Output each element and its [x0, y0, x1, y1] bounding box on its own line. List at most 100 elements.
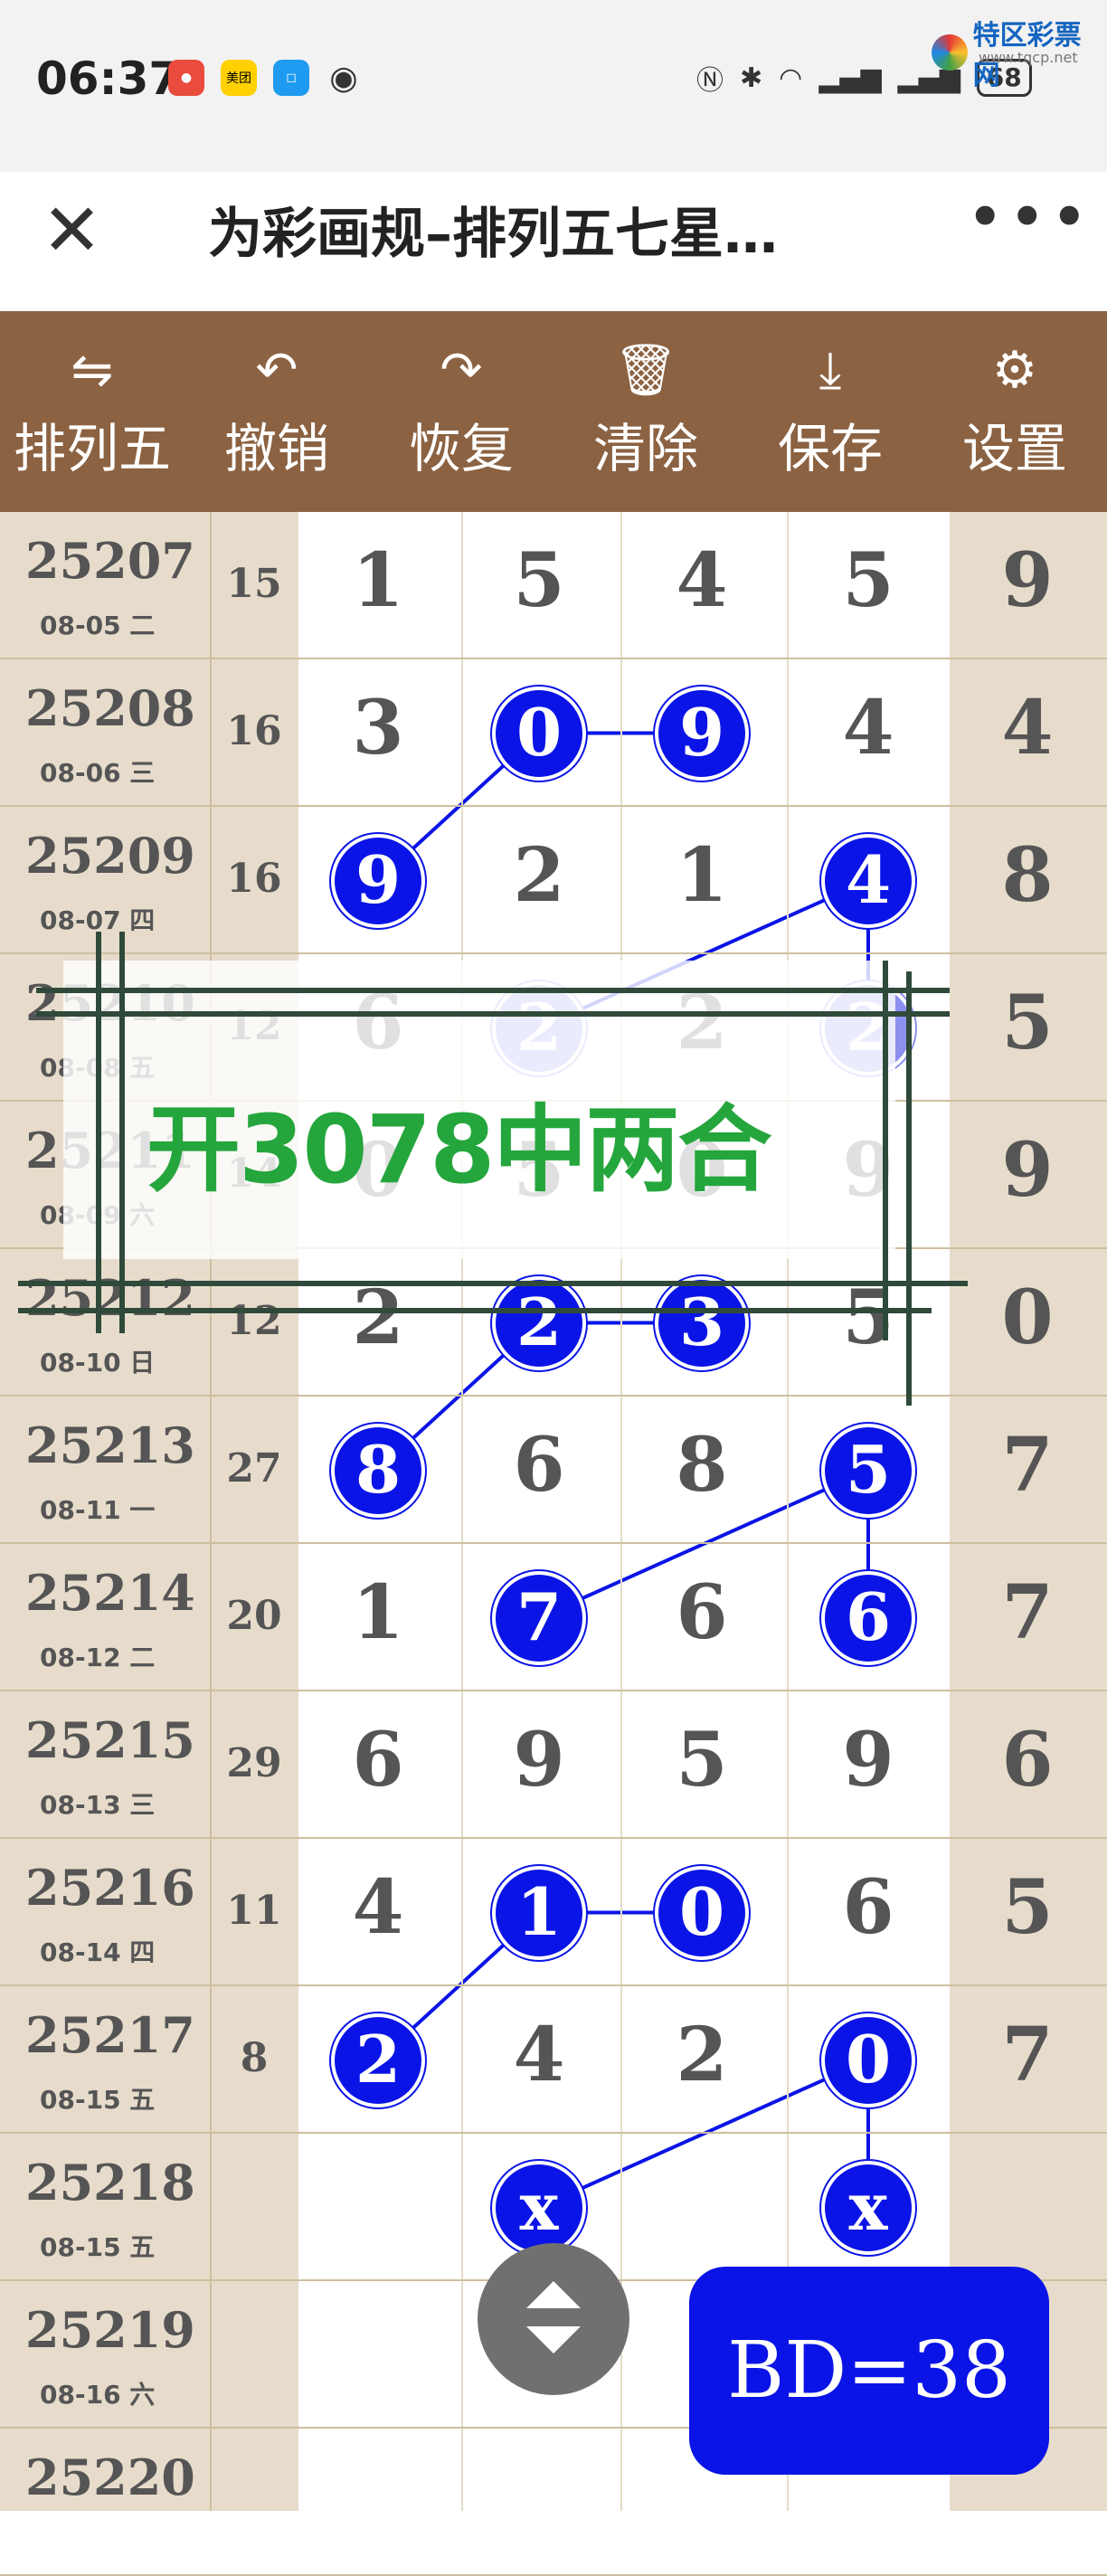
lottery-grid[interactable]: 25207 08-05 二 15 1 5 4 5 9 25208 08-06 三 16 3 0 9 4 4 25… — [0, 512, 1107, 2576]
digit-cell[interactable]: 2 — [657, 2012, 747, 2098]
last-digit-cell: 8 — [1001, 832, 1054, 919]
status-bar: 06:37 ● 美团 ◻ ◉ Ⓝ ✱ ◠ ▂▄▆ ▂▄▆ 68 特区彩票网 ww… — [0, 0, 1107, 272]
status-time: 06:37 — [36, 52, 181, 105]
period-number: 25217 — [25, 2006, 195, 2064]
digit-cell[interactable]: 2 — [494, 832, 584, 919]
redo-button[interactable]: ↷ 恢复 — [369, 311, 554, 512]
digit-sum: 11 — [226, 1888, 282, 1934]
digit-sum: 8 — [240, 2035, 269, 2081]
highlighted-digit[interactable]: 1 — [492, 1865, 586, 1960]
digit-cell[interactable]: 4 — [333, 1864, 423, 1951]
toolbar-label: 设置 — [961, 418, 1067, 479]
highlighted-digit[interactable]: 0 — [655, 1865, 749, 1960]
row-divider — [0, 1395, 1107, 1397]
last-digit-cell: 5 — [1001, 980, 1054, 1066]
period-number: 25218 — [25, 2154, 195, 2211]
toolbar-label: 排列五 — [13, 418, 171, 479]
last-digit-cell: 9 — [1001, 537, 1054, 624]
toggle-game-button[interactable]: ⇋ 排列五 — [0, 311, 184, 512]
period-date: 08-05 二 — [40, 611, 156, 640]
digit-cell[interactable]: 5 — [823, 1274, 913, 1361]
digit-cell[interactable]: 4 — [823, 685, 913, 772]
digit-cell[interactable]: 2 — [333, 1274, 423, 1361]
toolbar-label: 撤销 — [223, 418, 329, 479]
digit-cell[interactable]: 9 — [494, 1717, 584, 1804]
highlighted-digit[interactable]: 9 — [331, 833, 425, 928]
annotation-frame-line — [18, 1281, 968, 1286]
period-number: 25219 — [25, 2301, 195, 2359]
toolbar-label: 保存 — [777, 418, 883, 479]
highlighted-digit[interactable]: 0 — [821, 2012, 915, 2107]
row-divider — [0, 1837, 1107, 1839]
annotation-frame-line — [96, 932, 101, 1333]
more-icon[interactable]: ••• — [966, 179, 1092, 255]
digit-cell[interactable]: 1 — [333, 537, 423, 624]
digit-cell[interactable]: 8 — [657, 1422, 747, 1509]
toolbar: ⇋ 排列五 ↶ 撤销 ↷ 恢复 🗑 清除 ⤓ 保存 ⚙ 设置 — [0, 311, 1107, 512]
period-date: 08-06 三 — [40, 758, 156, 788]
close-icon[interactable]: ✕ — [42, 188, 102, 272]
last-digit-cell: 7 — [1001, 1422, 1054, 1509]
clear-button[interactable]: 🗑 清除 — [554, 311, 738, 512]
row-divider — [0, 1542, 1107, 1544]
highlighted-digit[interactable]: 7 — [492, 1570, 586, 1665]
digit-sum: 16 — [226, 856, 282, 902]
period-number: 25214 — [25, 1564, 195, 1622]
highlighted-digit[interactable]: x — [492, 2160, 586, 2255]
highlighted-digit[interactable]: 4 — [821, 833, 915, 928]
digit-cell[interactable]: 4 — [657, 537, 747, 624]
period-number: 25215 — [25, 1711, 195, 1769]
digit-cell[interactable]: 5 — [823, 537, 913, 624]
digit-cell[interactable]: 6 — [494, 1422, 584, 1509]
highlighted-digit[interactable]: 2 — [492, 1275, 586, 1370]
annotation-frame-line — [18, 1308, 932, 1313]
bluetooth-icon: ✱ — [740, 62, 763, 94]
annotation-frame-line — [906, 971, 912, 1406]
last-digit-cell: 5 — [1001, 1864, 1054, 1951]
highlighted-digit[interactable]: 0 — [492, 686, 586, 781]
digit-cell[interactable]: 9 — [823, 1717, 913, 1804]
period-date: 08-15 五 — [40, 2232, 156, 2262]
row-divider — [0, 658, 1107, 659]
settings-button[interactable]: ⚙ 设置 — [922, 311, 1107, 512]
digit-cell[interactable]: 5 — [657, 1717, 747, 1804]
highlighted-digit[interactable]: x — [821, 2160, 915, 2255]
highlighted-digit[interactable]: 5 — [821, 1423, 915, 1518]
highlighted-digit[interactable]: 3 — [655, 1275, 749, 1370]
bd-count-badge[interactable]: BD=38 — [689, 2267, 1049, 2475]
period-date: 08-14 四 — [40, 1937, 156, 1967]
digit-cell[interactable]: 1 — [657, 832, 747, 919]
meituan-icon: 美团 — [221, 60, 257, 96]
status-app-icons: ● 美团 ◻ ◉ — [168, 60, 362, 97]
period-date: 08-16 六 — [40, 2380, 156, 2410]
highlighted-digit[interactable]: 9 — [655, 686, 749, 781]
digit-cell[interactable]: 4 — [494, 2012, 584, 2098]
digit-sum: 12 — [226, 1298, 282, 1344]
row-divider — [0, 1690, 1107, 1691]
highlighted-digit[interactable]: 8 — [331, 1423, 425, 1518]
digit-cell[interactable]: 3 — [333, 685, 423, 772]
grid-divider — [461, 512, 463, 2511]
undo-button[interactable]: ↶ 撤销 — [184, 311, 369, 512]
digit-cell[interactable]: 1 — [333, 1569, 423, 1656]
row-divider — [0, 952, 1107, 954]
logo-url: www.tqcp.net — [979, 49, 1078, 66]
last-digit-cell: 0 — [1001, 1274, 1054, 1361]
save-button[interactable]: ⤓ 保存 — [738, 311, 922, 512]
digit-cell[interactable]: 6 — [657, 1569, 747, 1656]
last-digit-cell: 9 — [1001, 1127, 1054, 1214]
highlighted-digit[interactable]: 6 — [821, 1570, 915, 1665]
highlighted-digit[interactable]: 2 — [331, 2012, 425, 2107]
digit-cell[interactable]: 6 — [333, 1717, 423, 1804]
annotation-frame-line — [36, 1011, 950, 1017]
redo-icon: ↷ — [440, 341, 483, 400]
period-date: 08-12 二 — [40, 1643, 156, 1672]
nfc-icon: Ⓝ — [696, 65, 724, 97]
toolbar-label: 恢复 — [408, 418, 514, 479]
digit-cell[interactable]: 6 — [823, 1864, 913, 1951]
page-title: 为彩画规–排列五七星… — [208, 203, 778, 266]
digit-cell[interactable]: 5 — [494, 537, 584, 624]
period-number: 25213 — [25, 1416, 195, 1474]
scroll-toggle-button[interactable] — [478, 2243, 629, 2395]
last-digit-cell: 7 — [1001, 1569, 1054, 1656]
